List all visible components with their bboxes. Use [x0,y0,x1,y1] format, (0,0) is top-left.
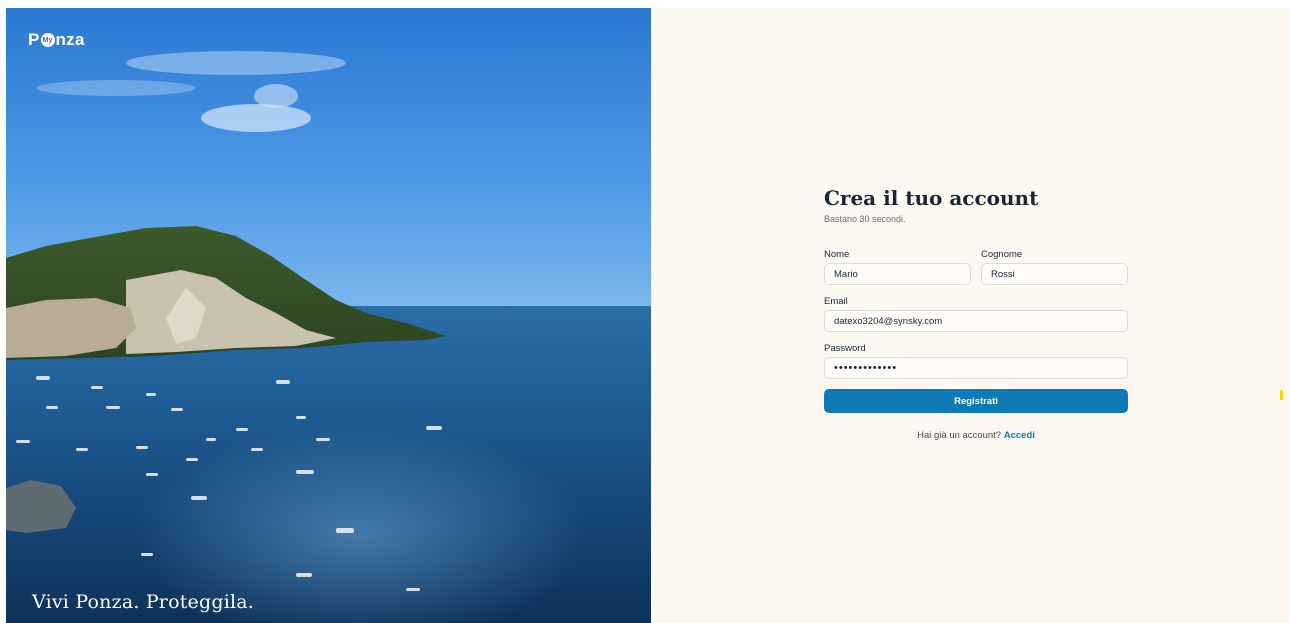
email-label: Email [824,296,848,307]
login-prompt-text: Hai già un account? [917,430,1002,441]
logo-text-prefix: P [28,30,40,49]
island-photo [6,8,651,623]
scroll-indicator [1280,390,1283,400]
login-prompt-line: Hai già un account? Accedi [824,430,1128,441]
first-name-label: Nome [824,249,850,260]
email-group: Email [824,296,1128,332]
last-name-label: Cognome [981,249,1023,260]
register-button[interactable]: Registrati [824,389,1128,413]
form-subtitle: Bastano 30 secondi. [824,214,906,224]
signup-form: Crea il tuo account Bastano 30 secondi. … [824,184,1128,441]
myponza-logo[interactable]: P My nza [28,30,85,50]
first-name-input[interactable] [824,263,971,285]
logo-text-suffix: nza [55,30,85,49]
password-group: Password [824,343,1128,379]
name-row: Nome Cognome [824,249,1128,285]
first-name-group: Nome [824,249,971,285]
last-name-group: Cognome [981,249,1128,285]
signup-form-panel: Crea il tuo account Bastano 30 secondi. … [651,8,1290,623]
logo-badge: My [40,33,55,47]
password-label: Password [824,343,866,354]
hero-image-panel: P My nza Vivi Ponza. Proteggila. [6,8,651,623]
hero-tagline: Vivi Ponza. Proteggila. [32,591,255,613]
last-name-input[interactable] [981,263,1128,285]
email-input[interactable] [824,310,1128,332]
login-link[interactable]: Accedi [1004,430,1035,441]
password-input[interactable] [824,357,1128,379]
form-title: Crea il tuo account [824,186,1039,210]
signup-page: P My nza Vivi Ponza. Proteggila. Crea il… [0,0,1290,623]
